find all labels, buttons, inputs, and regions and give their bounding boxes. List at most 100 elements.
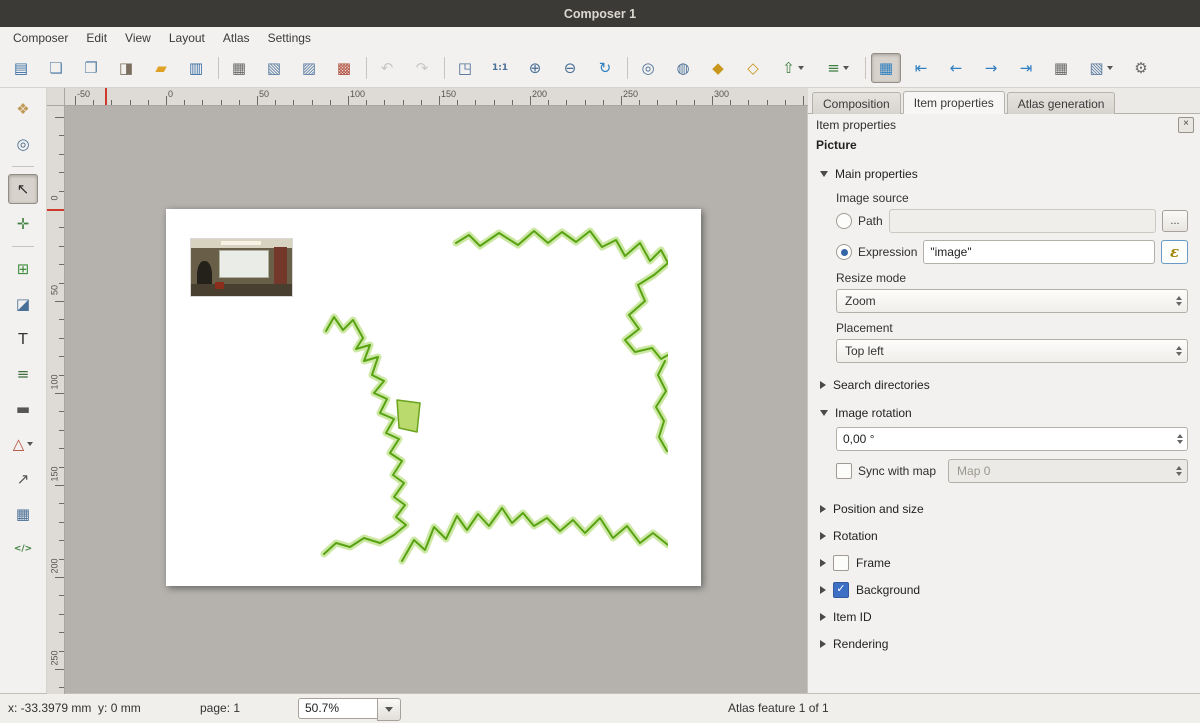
rotation-spinbox[interactable] xyxy=(836,427,1188,451)
picture-item-image[interactable] xyxy=(191,239,292,296)
background-checkbox[interactable]: ✓ xyxy=(833,582,849,598)
dropdown-arrow-icon xyxy=(1107,66,1113,70)
export-as-svg-button[interactable]: ▨ xyxy=(294,53,324,83)
duplicate-composition-button[interactable]: ❐ xyxy=(76,53,106,83)
window-title: Composer 1 xyxy=(564,7,636,21)
add-new-legend-button[interactable]: ≡ xyxy=(8,359,38,389)
print-button[interactable]: ▦ xyxy=(224,53,254,83)
section-search-directories[interactable]: Search directories xyxy=(820,373,1188,397)
section-item-id[interactable]: Item ID xyxy=(820,603,1188,630)
save-as-template-button[interactable]: ▥ xyxy=(181,53,211,83)
browse-button[interactable]: ... xyxy=(1162,210,1188,232)
composer-window: Composer 1 ComposerEditViewLayoutAtlasSe… xyxy=(0,0,1200,723)
export-atlas-button[interactable]: ▧ xyxy=(1081,53,1121,83)
menu-atlas[interactable]: Atlas xyxy=(214,29,259,47)
rotation-input[interactable] xyxy=(836,427,1188,451)
add-new-map-button[interactable]: ⊞ xyxy=(8,254,38,284)
section-background[interactable]: ✓Background xyxy=(820,576,1188,603)
refresh-view-button[interactable]: ↻ xyxy=(590,53,620,83)
collapse-arrow-icon xyxy=(820,410,828,416)
lock-selected-items-button[interactable]: ◆ xyxy=(703,53,733,83)
menu-settings[interactable]: Settings xyxy=(259,29,320,47)
item-tools-toolbar: ❖ ◎ ↖ ✛ ⊞ ◪ T ≡ ▬ △ ↗ ▦ </> xyxy=(0,88,47,694)
sync-with-map-checkbox[interactable] xyxy=(836,463,852,479)
save-project-button[interactable]: ▤ xyxy=(6,53,36,83)
section-position-and-size[interactable]: Position and size xyxy=(820,495,1188,522)
collapse-arrow-icon xyxy=(820,586,826,594)
print-atlas-button[interactable]: ▦ xyxy=(1046,53,1076,83)
atlas-next-feature-button[interactable]: → xyxy=(976,53,1006,83)
atlas-previous-feature-button[interactable]: ← xyxy=(941,53,971,83)
frame-checkbox[interactable] xyxy=(833,555,849,571)
load-from-template-button[interactable]: ▰ xyxy=(146,53,176,83)
zoom-full-button[interactable]: ◳ xyxy=(450,53,480,83)
ruler-cursor-marker xyxy=(47,209,64,211)
path-input[interactable] xyxy=(889,209,1156,233)
resize-mode-combo[interactable]: Zoom xyxy=(836,289,1188,313)
export-as-pdf-button[interactable]: ▩ xyxy=(329,53,359,83)
select-move-item-tool-icon: ↖ xyxy=(17,182,30,197)
expression-builder-button[interactable]: ε xyxy=(1161,240,1188,264)
raise-selected-items-button[interactable]: ⇧ xyxy=(773,53,813,83)
move-item-content-tool-button[interactable]: ✛ xyxy=(8,209,38,239)
zoom-level-combo[interactable]: 50.7% xyxy=(298,698,401,719)
add-new-label-button[interactable]: T xyxy=(8,324,38,354)
atlas-settings-button[interactable]: ⚙ xyxy=(1126,53,1156,83)
zoom-tool-button[interactable]: ◎ xyxy=(8,129,38,159)
add-attribute-table-button[interactable]: ▦ xyxy=(8,499,38,529)
menu-view[interactable]: View xyxy=(116,29,160,47)
zoom-actual-size-button[interactable]: 1:1 xyxy=(485,53,515,83)
tab-composition[interactable]: Composition xyxy=(812,92,901,114)
add-arrow-button[interactable]: ↗ xyxy=(8,464,38,494)
path-radio[interactable] xyxy=(836,213,852,229)
menu-edit[interactable]: Edit xyxy=(77,29,116,47)
preview-atlas-button[interactable]: ▦ xyxy=(871,53,901,83)
atlas-first-feature-button[interactable]: ⇤ xyxy=(906,53,936,83)
add-html-frame-button[interactable]: </> xyxy=(8,534,38,564)
zoom-out-button[interactable]: ⊖ xyxy=(555,53,585,83)
section-frame[interactable]: Frame xyxy=(820,549,1188,576)
ruler-tick xyxy=(730,100,731,105)
tab-item-properties[interactable]: Item properties xyxy=(903,91,1005,114)
menu-composer[interactable]: Composer xyxy=(4,29,77,47)
pan-tool-button[interactable]: ❖ xyxy=(8,94,38,124)
zoom-dropdown-button[interactable] xyxy=(377,698,401,721)
add-image-button[interactable]: ◪ xyxy=(8,289,38,319)
redo-button[interactable]: ↷ xyxy=(407,53,437,83)
export-as-image-button[interactable]: ▧ xyxy=(259,53,289,83)
new-composition-button[interactable]: ❏ xyxy=(41,53,71,83)
undo-button[interactable]: ↶ xyxy=(372,53,402,83)
menu-layout[interactable]: Layout xyxy=(160,29,214,47)
ruler-corner xyxy=(47,88,65,106)
composition-canvas[interactable] xyxy=(64,105,808,694)
section-rendering[interactable]: Rendering xyxy=(820,630,1188,657)
expression-radio[interactable] xyxy=(836,244,852,260)
ruler-label: 150 xyxy=(441,89,456,99)
composition-manager-button[interactable]: ◨ xyxy=(111,53,141,83)
tab-atlas-generation[interactable]: Atlas generation xyxy=(1007,92,1116,114)
sync-map-combo[interactable]: Map 0 xyxy=(948,459,1188,483)
close-panel-icon[interactable]: × xyxy=(1178,117,1194,133)
window-titlebar[interactable]: Composer 1 xyxy=(0,0,1200,27)
align-selected-items-button[interactable]: ≡ xyxy=(818,53,858,83)
add-shape-button[interactable]: △ xyxy=(3,429,43,459)
composition-page[interactable] xyxy=(166,209,701,586)
page-indicator: page: 1 xyxy=(200,694,240,723)
placement-combo[interactable]: Top left xyxy=(836,339,1188,363)
ruler-label: 200 xyxy=(47,559,64,574)
select-move-item-tool-button[interactable]: ↖ xyxy=(8,174,38,204)
spinbox-arrows-icon[interactable] xyxy=(1177,427,1183,451)
zoom-in-button[interactable]: ⊕ xyxy=(520,53,550,83)
zoom-to-all-items-button[interactable]: ◍ xyxy=(668,53,698,83)
section-rotation[interactable]: Rotation xyxy=(820,522,1188,549)
section-main-properties[interactable]: Main properties xyxy=(820,162,1188,186)
zoom-level-value[interactable]: 50.7% xyxy=(298,698,377,719)
add-new-scalebar-button[interactable]: ▬ xyxy=(8,394,38,424)
expression-input[interactable] xyxy=(923,240,1155,264)
highlighted-atlas-feature xyxy=(397,400,420,432)
zoom-to-all-items-icon: ◍ xyxy=(676,61,689,76)
atlas-last-feature-button[interactable]: ⇥ xyxy=(1011,53,1041,83)
unlock-all-items-button[interactable]: ◇ xyxy=(738,53,768,83)
section-image-rotation[interactable]: Image rotation xyxy=(820,401,1188,425)
zoom-to-selected-items-button[interactable]: ◎ xyxy=(633,53,663,83)
